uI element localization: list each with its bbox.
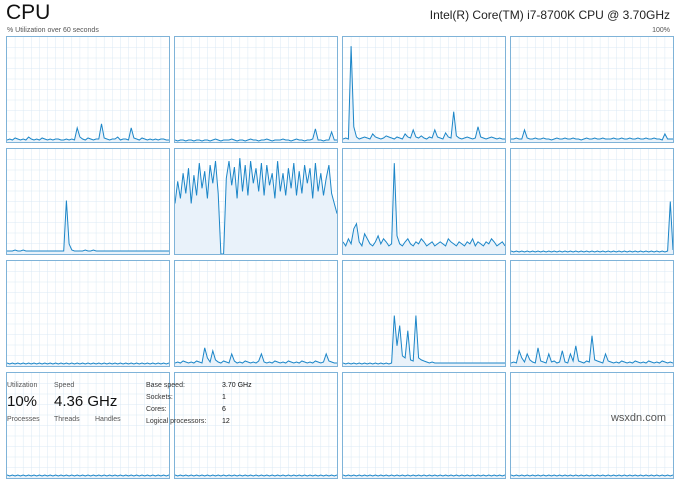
logical-processor-graph [510,148,674,255]
logical-processor-graph [174,260,338,367]
utilization-chart [343,149,505,254]
logical-processor-graph [6,260,170,367]
logical-processor-graph [342,148,506,255]
base-speed-value: 3.70 GHz [222,382,252,389]
logical-processor-graph [510,36,674,143]
cpu-graph-grid [6,36,674,479]
logical-processor-graph [174,148,338,255]
utilization-chart [175,261,337,366]
utilization-chart [175,373,337,478]
utilization-chart [7,149,169,254]
logical-processor-graph [342,372,506,479]
sockets-value: 1 [222,394,226,401]
logical-processor-graph [174,36,338,143]
utilization-chart [343,261,505,366]
processes-label: Processes [7,416,40,423]
utilization-chart [7,261,169,366]
logical-processor-graph [510,260,674,367]
threads-label: Threads [54,416,80,423]
handles-label: Handles [95,416,121,423]
axis-caption-left: % Utilization over 60 seconds [7,27,99,34]
axis-caption-right: 100% [652,27,670,34]
utilization-chart [511,37,673,142]
utilization-chart [511,261,673,366]
logical-processor-graph [342,36,506,143]
speed-label: Speed [54,382,75,389]
logical-processor-graph [342,260,506,367]
logical-processors-value: 12 [222,418,230,425]
utilization-chart [175,149,337,254]
base-speed-label: Base speed: [146,382,185,389]
speed-value: 4.36 GHz [54,393,118,410]
logical-processor-graph [6,36,170,143]
utilization-value: 10% [7,393,38,410]
logical-processor-graph [510,372,674,479]
watermark: wsxdn.com [610,412,666,424]
cores-label: Cores: [146,406,167,413]
sockets-label: Sockets: [146,394,173,401]
utilization-chart [175,37,337,142]
cores-value: 6 [222,406,226,413]
logical-processors-label: Logical processors: [146,418,207,425]
logical-processor-graph [174,372,338,479]
utilization-chart [343,373,505,478]
utilization-label: Utilization [7,382,38,389]
cpu-model-name: Intel(R) Core(TM) i7-8700K CPU @ 3.70GHz [429,8,670,22]
logical-processor-graph [6,148,170,255]
utilization-chart [343,37,505,142]
utilization-chart [511,149,673,254]
page-title: CPU [6,1,51,24]
utilization-chart [7,37,169,142]
utilization-chart [511,373,673,478]
